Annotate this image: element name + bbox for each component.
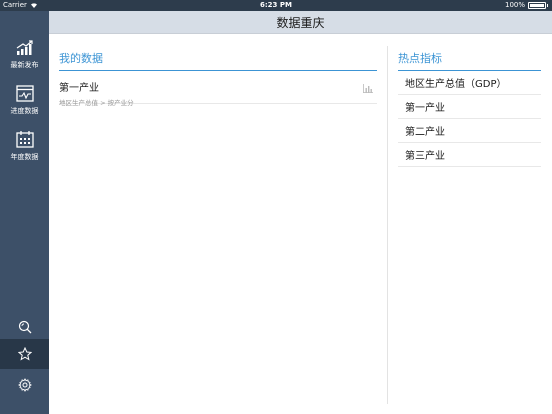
header: 数据重庆 [49,11,552,34]
sidebar-item-label: 最新发布 [10,61,39,69]
bar-chart-icon[interactable] [363,84,373,93]
gear-icon [17,378,32,392]
battery-icon [528,1,546,9]
battery-percent: 100% [504,1,525,9]
search-icon [18,320,31,334]
my-data-title: 我的数据 [59,50,377,71]
my-data-panel: 我的数据 第一产业 地区生产总值 > 按产业分 [59,50,377,107]
hot-indicator-gdp[interactable]: 地区生产总值（GDP） [398,71,541,95]
data-item-path: 地区生产总值 > 按产业分 [59,99,134,107]
status-right: 100% [505,1,548,9]
calendar-icon [15,131,34,148]
hot-indicator-tertiary[interactable]: 第三产业 [398,143,541,167]
hot-indicator-secondary[interactable]: 第二产业 [398,119,541,143]
sidebar-item-label: 年度数据 [10,153,39,161]
hot-indicators-title: 热点指标 [398,50,541,71]
panel-divider [387,46,388,404]
sidebar-favorites-button[interactable] [0,339,49,369]
sidebar-item-latest[interactable]: 最新发布 [0,39,49,79]
status-time: 6:23 PM [260,1,292,9]
progress-chart-icon [15,85,34,102]
sidebar-item-label: 进度数据 [10,107,39,115]
sidebar: 最新发布 进度数据 年度数据 [0,11,49,414]
app-root: Carrier 6:23 PM 100% 最新发布 进度数据 年度数据 数据重庆… [0,0,552,414]
page-title: 数据重庆 [276,15,325,30]
sidebar-search-button[interactable] [0,314,49,340]
battery-nub [547,3,548,7]
sidebar-item-progress[interactable]: 进度数据 [0,85,49,125]
new-release-icon [16,40,33,55]
data-item-name: 第一产业 [59,83,99,94]
hot-indicators-panel: 热点指标 地区生产总值（GDP） 第一产业 第二产业 第三产业 [398,50,541,167]
status-bar: Carrier 6:23 PM 100% [0,0,552,11]
hot-indicator-primary[interactable]: 第一产业 [398,95,541,119]
sidebar-settings-button[interactable] [0,373,49,397]
sidebar-item-annual[interactable]: 年度数据 [0,131,49,171]
list-item[interactable]: 第一产业 地区生产总值 > 按产业分 [59,71,377,107]
star-icon [17,347,32,361]
